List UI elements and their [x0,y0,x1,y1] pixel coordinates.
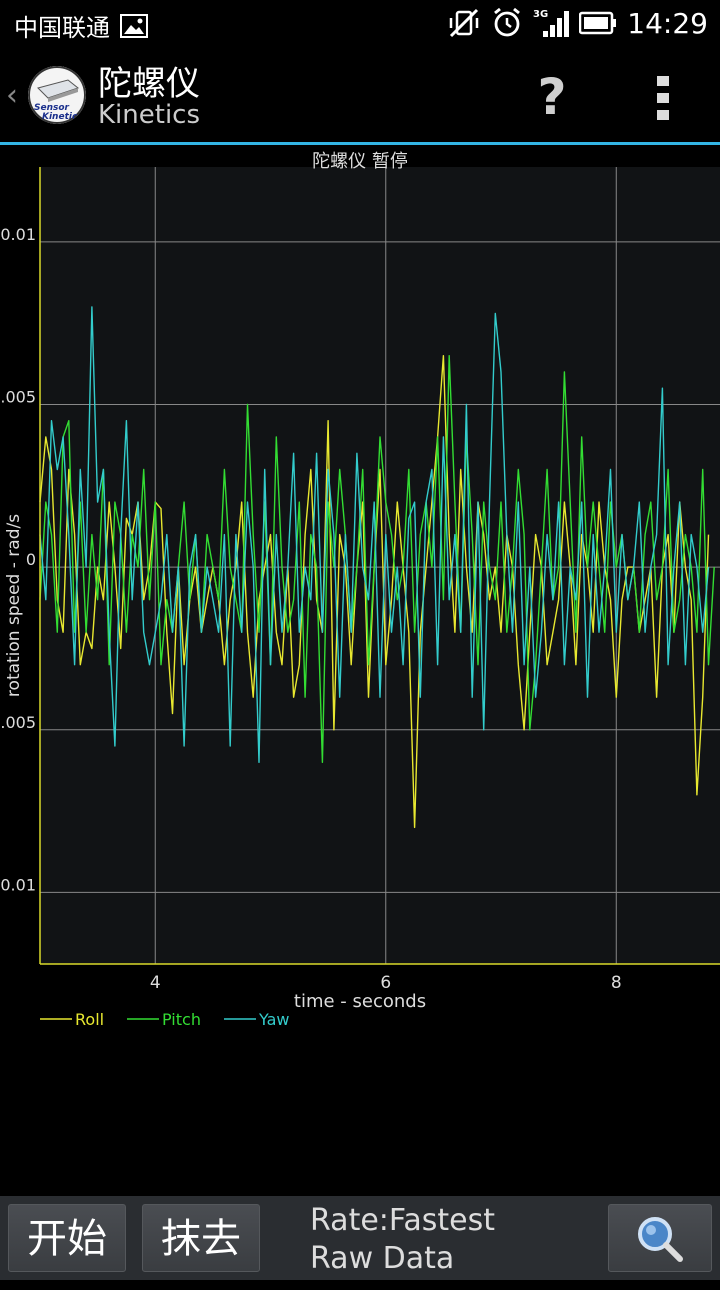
x-axis-label: time - seconds [294,991,426,1012]
legend-label-yaw: Yaw [258,1010,289,1029]
battery-icon [579,11,617,35]
legend-label-pitch: Pitch [162,1010,201,1029]
status-clock: 14:29 [627,6,708,40]
page-subtitle: Kinetics [98,100,201,130]
bottom-toolbar: 开始 抹去 Rate:Fastest Raw Data [0,1196,720,1280]
data-mode-label: Raw Data [310,1241,455,1276]
y-tick-label: 0 [26,550,36,569]
signal-strength-icon: 3G [533,9,570,37]
legend-label-roll: Roll [75,1010,104,1029]
carrier-name: 中国联通 [14,14,110,42]
app-logo[interactable]: Sensor Kinetics [28,66,86,124]
gyroscope-chart: 陀螺仪 暂停 4 6 8 0.01 0.005 0 -0.005 -0.01 time - s… [0,145,720,1045]
rate-info[interactable]: Rate:Fastest Raw Data [310,1202,495,1278]
y-tick-label: -0.005 [0,713,36,732]
chart-legend: Roll Pitch Yaw [40,1010,289,1029]
page-title: 陀螺仪 [98,64,200,104]
start-button[interactable]: 开始 [8,1204,126,1272]
x-tick-label: 8 [611,973,622,993]
alarm-clock-icon [494,7,521,37]
y-axis-label: rotation speed - rad/s [4,514,24,697]
gallery-notification-icon [120,13,148,38]
chart-title: 陀螺仪 暂停 [312,151,408,172]
rate-label: Rate:Fastest [310,1203,496,1238]
action-bar: ‹ Sensor Kinetics 陀螺仪 Kinetics ? [0,50,720,142]
vibrate-off-icon [450,8,479,38]
chart-svg: 4680.010.0050-0.005-0.01 time - seconds … [0,167,720,1029]
network-type-label: 3G [533,9,548,20]
logo-text-kinetics: Kinetics [42,112,83,122]
sensor-kinetics-logo-icon: Sensor Kinetics [28,66,86,124]
x-tick-label: 4 [150,973,161,993]
y-tick-label: -0.01 [0,875,36,894]
clear-button[interactable]: 抹去 [142,1204,260,1272]
y-tick-label: 0.01 [0,225,36,244]
back-chevron-icon[interactable]: ‹ [6,78,18,113]
x-tick-label: 6 [380,973,391,993]
status-bar: 中国联通 3G 14:29 [0,0,720,50]
help-button[interactable]: ? [524,62,580,132]
zoom-button[interactable] [608,1204,712,1272]
overflow-menu-icon[interactable] [644,66,684,130]
magnifier-icon [638,1217,683,1262]
y-tick-label: 0.005 [0,387,36,406]
